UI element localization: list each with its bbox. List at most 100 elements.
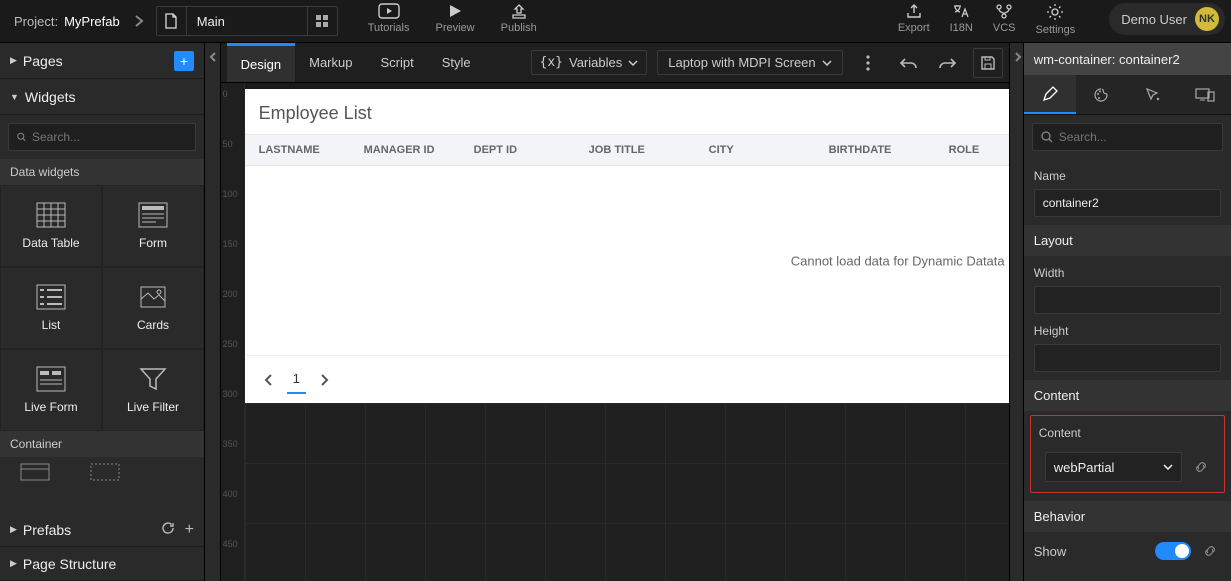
ruler-tick: 0 [223, 89, 228, 99]
data-widgets-grid: Data Table Form List Cards Live Form Liv… [0, 185, 204, 431]
name-input[interactable] [1034, 189, 1221, 217]
tab-style[interactable]: Style [428, 43, 485, 82]
widget-cards[interactable]: Cards [102, 267, 204, 349]
prefabs-section-toggle[interactable]: ▶Prefabs + [0, 513, 204, 547]
device-selector[interactable]: Laptop with MDPI Screen [657, 50, 842, 75]
ruler-tick: 200 [223, 289, 238, 299]
widget-search[interactable] [8, 123, 196, 151]
bind-show-button[interactable] [1199, 544, 1221, 558]
layout-section-header: Layout [1024, 225, 1231, 256]
pencil-icon [1042, 86, 1058, 102]
col-birthdate: BIRTHDATE [829, 144, 949, 156]
i18n-button[interactable]: I18N [950, 3, 973, 34]
tab-design[interactable]: Design [227, 43, 295, 82]
project-name: MyPrefab [64, 14, 120, 29]
page-structure-section-toggle[interactable]: ▶ Page Structure [0, 547, 204, 581]
translate-icon [952, 3, 970, 19]
page-number[interactable]: 1 [287, 365, 306, 394]
vcs-label: VCS [993, 22, 1016, 34]
width-input[interactable] [1034, 286, 1221, 314]
add-prefab-button[interactable]: + [185, 521, 194, 539]
settings-button[interactable]: Settings [1036, 3, 1076, 36]
tutorials-label: Tutorials [368, 22, 410, 34]
prev-page-button[interactable] [263, 373, 273, 387]
main-area: ▶Pages + ▼Widgets Data widgets Data Tabl… [0, 43, 1231, 581]
show-toggle[interactable] [1155, 542, 1191, 560]
left-collapse-gutter[interactable] [205, 43, 221, 581]
employee-list-card[interactable]: Employee List LASTNAME MANAGER ID DEPT I… [245, 89, 1009, 403]
tutorials-button[interactable]: Tutorials [368, 3, 410, 34]
add-page-button[interactable]: + [174, 51, 194, 71]
tab-markup[interactable]: Markup [295, 43, 366, 82]
col-role: ROLE [949, 144, 1009, 156]
tab-events[interactable] [1127, 75, 1179, 114]
cards-icon [138, 284, 168, 310]
refresh-icon[interactable] [161, 521, 175, 535]
content-label: Content [1035, 422, 1220, 446]
ruler-tick: 300 [223, 389, 238, 399]
canvas[interactable]: Employee List LASTNAME MANAGER ID DEPT I… [245, 83, 1009, 581]
ruler-tick: 100 [223, 189, 238, 199]
ruler-tick: 150 [223, 239, 238, 249]
container-widget-icon-2[interactable] [90, 463, 120, 481]
redo-button[interactable] [933, 48, 963, 78]
tab-device[interactable] [1179, 75, 1231, 114]
caret-right-icon: ▶ [10, 558, 17, 569]
container-widget-icon[interactable] [20, 463, 50, 481]
variables-button[interactable]: {x} Variables [531, 50, 648, 75]
next-page-button[interactable] [320, 373, 330, 387]
right-collapse-gutter[interactable] [1009, 43, 1023, 581]
more-menu-button[interactable] [853, 48, 883, 78]
widget-form[interactable]: Form [102, 185, 204, 267]
widget-search-input[interactable] [32, 130, 187, 144]
pages-label: Pages [23, 53, 63, 69]
preview-button[interactable]: Preview [436, 3, 475, 34]
widget-data-table[interactable]: Data Table [0, 185, 102, 267]
name-label: Name [1024, 159, 1231, 189]
content-select[interactable]: webPartial [1045, 452, 1182, 482]
widget-label: Cards [137, 318, 169, 332]
prefabs-label: Prefabs [23, 522, 71, 538]
project-expand-button[interactable] [128, 10, 150, 32]
ruler-tick: 50 [223, 139, 233, 149]
layout-grid-button[interactable] [307, 7, 337, 35]
page-structure-label: Page Structure [23, 556, 116, 572]
user-menu[interactable]: Demo User NK [1109, 3, 1225, 35]
caret-right-icon: ▶ [10, 55, 17, 66]
properties-search-input[interactable] [1059, 130, 1214, 144]
paginator: 1 [245, 355, 1009, 403]
properties-search[interactable] [1032, 123, 1223, 151]
settings-label: Settings [1036, 24, 1076, 36]
page-selector[interactable]: Main [156, 6, 338, 36]
chevron-right-icon [134, 15, 144, 27]
undo-button[interactable] [893, 48, 923, 78]
pages-section-toggle[interactable]: ▶ Pages + [0, 43, 204, 79]
widget-live-form[interactable]: Live Form [0, 349, 102, 431]
canvas-area: 0 50 100 150 200 250 300 350 400 450 Emp… [221, 83, 1009, 581]
publish-button[interactable]: Publish [501, 3, 537, 34]
search-icon [17, 131, 26, 143]
project-info: Project: MyPrefab [6, 14, 128, 29]
page-name: Main [187, 14, 307, 29]
height-input[interactable] [1034, 344, 1221, 372]
bind-content-button[interactable] [1190, 460, 1212, 474]
tab-properties[interactable] [1024, 75, 1076, 114]
tab-style[interactable] [1076, 75, 1128, 114]
widgets-label: Widgets [25, 89, 76, 105]
save-button[interactable] [973, 48, 1003, 78]
properties-tabs [1024, 75, 1231, 115]
width-label: Width [1024, 256, 1231, 286]
chevron-down-icon [1163, 464, 1173, 470]
vcs-button[interactable]: VCS [993, 3, 1016, 34]
breadcrumb[interactable]: wm-container: container2 [1024, 43, 1231, 75]
widgets-section-toggle[interactable]: ▼Widgets [0, 79, 204, 115]
export-icon [905, 3, 923, 19]
i18n-label: I18N [950, 22, 973, 34]
palette-icon [1093, 87, 1109, 103]
tab-script[interactable]: Script [366, 43, 427, 82]
export-label: Export [898, 22, 930, 34]
export-button[interactable]: Export [898, 3, 930, 34]
widget-live-filter[interactable]: Live Filter [102, 349, 204, 431]
widget-list[interactable]: List [0, 267, 102, 349]
ruler-tick: 250 [223, 339, 238, 349]
